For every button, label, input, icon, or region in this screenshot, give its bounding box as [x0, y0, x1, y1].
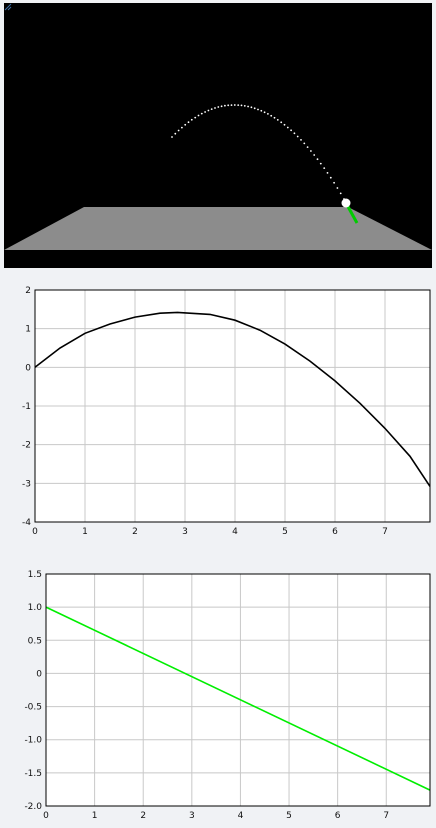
y-tick-label: 0.5	[28, 636, 42, 646]
trail-dot	[286, 126, 289, 129]
trail-dot	[204, 111, 207, 113]
trail-dot	[200, 112, 203, 115]
trail-dot	[227, 104, 230, 107]
trail-dot	[190, 118, 193, 121]
trail-dot	[323, 167, 326, 170]
x-tick-label: 5	[286, 811, 292, 821]
position-chart: 0 1 2 3 4 5 6 7 2 1 0 -1 -2 -3 -4	[0, 283, 436, 541]
x-tick-label: 2	[140, 811, 146, 821]
y-tick-label: -1	[22, 402, 31, 412]
trail-dot	[260, 109, 263, 112]
y-tick-label: -1.5	[24, 769, 42, 779]
velocity-chart-svg: 0 1 2 3 4 5 6 7 1.5 1.0 0.5 0 -0.5 -1.0 -1.5 -2.0	[24, 570, 431, 821]
trail-dot	[240, 104, 243, 107]
y-tick-label: -2	[22, 441, 31, 451]
trail-dot	[187, 121, 190, 124]
trail-dot	[280, 121, 283, 124]
y-tick-label: -1.0	[24, 736, 42, 746]
trail-dot	[310, 150, 312, 152]
trail-dot	[329, 176, 332, 179]
trail-dot	[230, 104, 233, 106]
trail-dot	[214, 107, 216, 109]
y-tick-label: 1.0	[28, 603, 43, 613]
x-tick-label: 1	[92, 811, 98, 821]
trail-dot	[237, 104, 240, 106]
trajectory-trail	[171, 104, 345, 200]
x-tick-label: 4	[238, 811, 244, 821]
trail-dot	[171, 136, 173, 138]
trail-dot	[220, 105, 223, 108]
trail-dot	[174, 132, 177, 135]
trail-dot	[247, 105, 250, 108]
trail-dot	[296, 135, 299, 138]
trail-dot	[316, 158, 319, 161]
y-tick-label: 2	[25, 286, 31, 296]
trail-dot	[293, 132, 296, 135]
trail-dot	[177, 129, 180, 132]
position-chart-svg: 0 1 2 3 4 5 6 7 2 1 0 -1 -2 -3 -4	[22, 286, 431, 537]
trail-dot	[217, 106, 220, 108]
trail-dot	[303, 142, 306, 145]
trail-dot	[276, 119, 279, 121]
trail-dot	[207, 109, 210, 112]
trail-dot	[333, 181, 335, 184]
x-tick-label: 2	[132, 527, 138, 537]
x-tick-label: 0	[32, 527, 38, 537]
trail-dot	[319, 162, 322, 165]
floor-plane	[4, 207, 432, 250]
trail-dot	[181, 126, 183, 129]
y-tick-label: -0.5	[24, 703, 42, 713]
y-tick-label: -4	[22, 518, 31, 528]
velocity-chart: 0 1 2 3 4 5 6 7 1.5 1.0 0.5 0 -0.5 -1.0 -1.5 -2.0	[0, 566, 436, 828]
x-tick-label: 1	[82, 527, 88, 537]
trail-dot	[290, 129, 292, 132]
trail-dot	[336, 187, 339, 189]
trail-dot	[267, 113, 269, 115]
x-tick-label: 0	[43, 811, 49, 821]
x-tick-label: 3	[182, 527, 188, 537]
trail-dot	[300, 139, 302, 141]
x-tick-label: 6	[335, 811, 341, 821]
trail-dot	[210, 108, 213, 110]
trail-dot	[184, 123, 187, 126]
plot-area	[46, 574, 430, 806]
trail-dot	[197, 114, 200, 117]
y-tick-label: 1.5	[28, 570, 42, 580]
trail-dot	[253, 107, 256, 110]
y-tick-label: 0	[25, 363, 31, 373]
y-tick-label: 1	[25, 325, 31, 335]
scene-canvas	[4, 104, 432, 250]
trail-dot	[273, 116, 276, 119]
trail-dot	[194, 116, 197, 119]
ball	[341, 198, 351, 208]
y-tick-label: -2.0	[24, 802, 42, 812]
trail-dot	[257, 108, 259, 111]
x-tick-label: 5	[282, 527, 288, 537]
trail-dot	[224, 104, 226, 107]
x-tick-label: 7	[383, 811, 389, 821]
trail-dot	[250, 106, 253, 109]
trail-dot	[306, 146, 309, 149]
simulation-viewport[interactable]	[4, 3, 432, 268]
x-tick-label: 3	[189, 811, 195, 821]
resize-grip-icon[interactable]	[4, 3, 12, 11]
y-tick-label: -3	[22, 479, 31, 489]
trail-dot	[339, 192, 342, 195]
trail-dot	[283, 123, 286, 126]
trail-dot	[263, 111, 266, 114]
x-tick-label: 6	[332, 527, 338, 537]
trail-dot	[233, 104, 236, 106]
trail-dot	[313, 154, 316, 156]
trail-dot	[326, 172, 329, 174]
trail-dot	[243, 105, 246, 107]
trail-dot	[270, 114, 273, 117]
y-tick-label: 0	[36, 669, 42, 679]
x-tick-label: 7	[382, 527, 388, 537]
x-tick-label: 4	[232, 527, 238, 537]
